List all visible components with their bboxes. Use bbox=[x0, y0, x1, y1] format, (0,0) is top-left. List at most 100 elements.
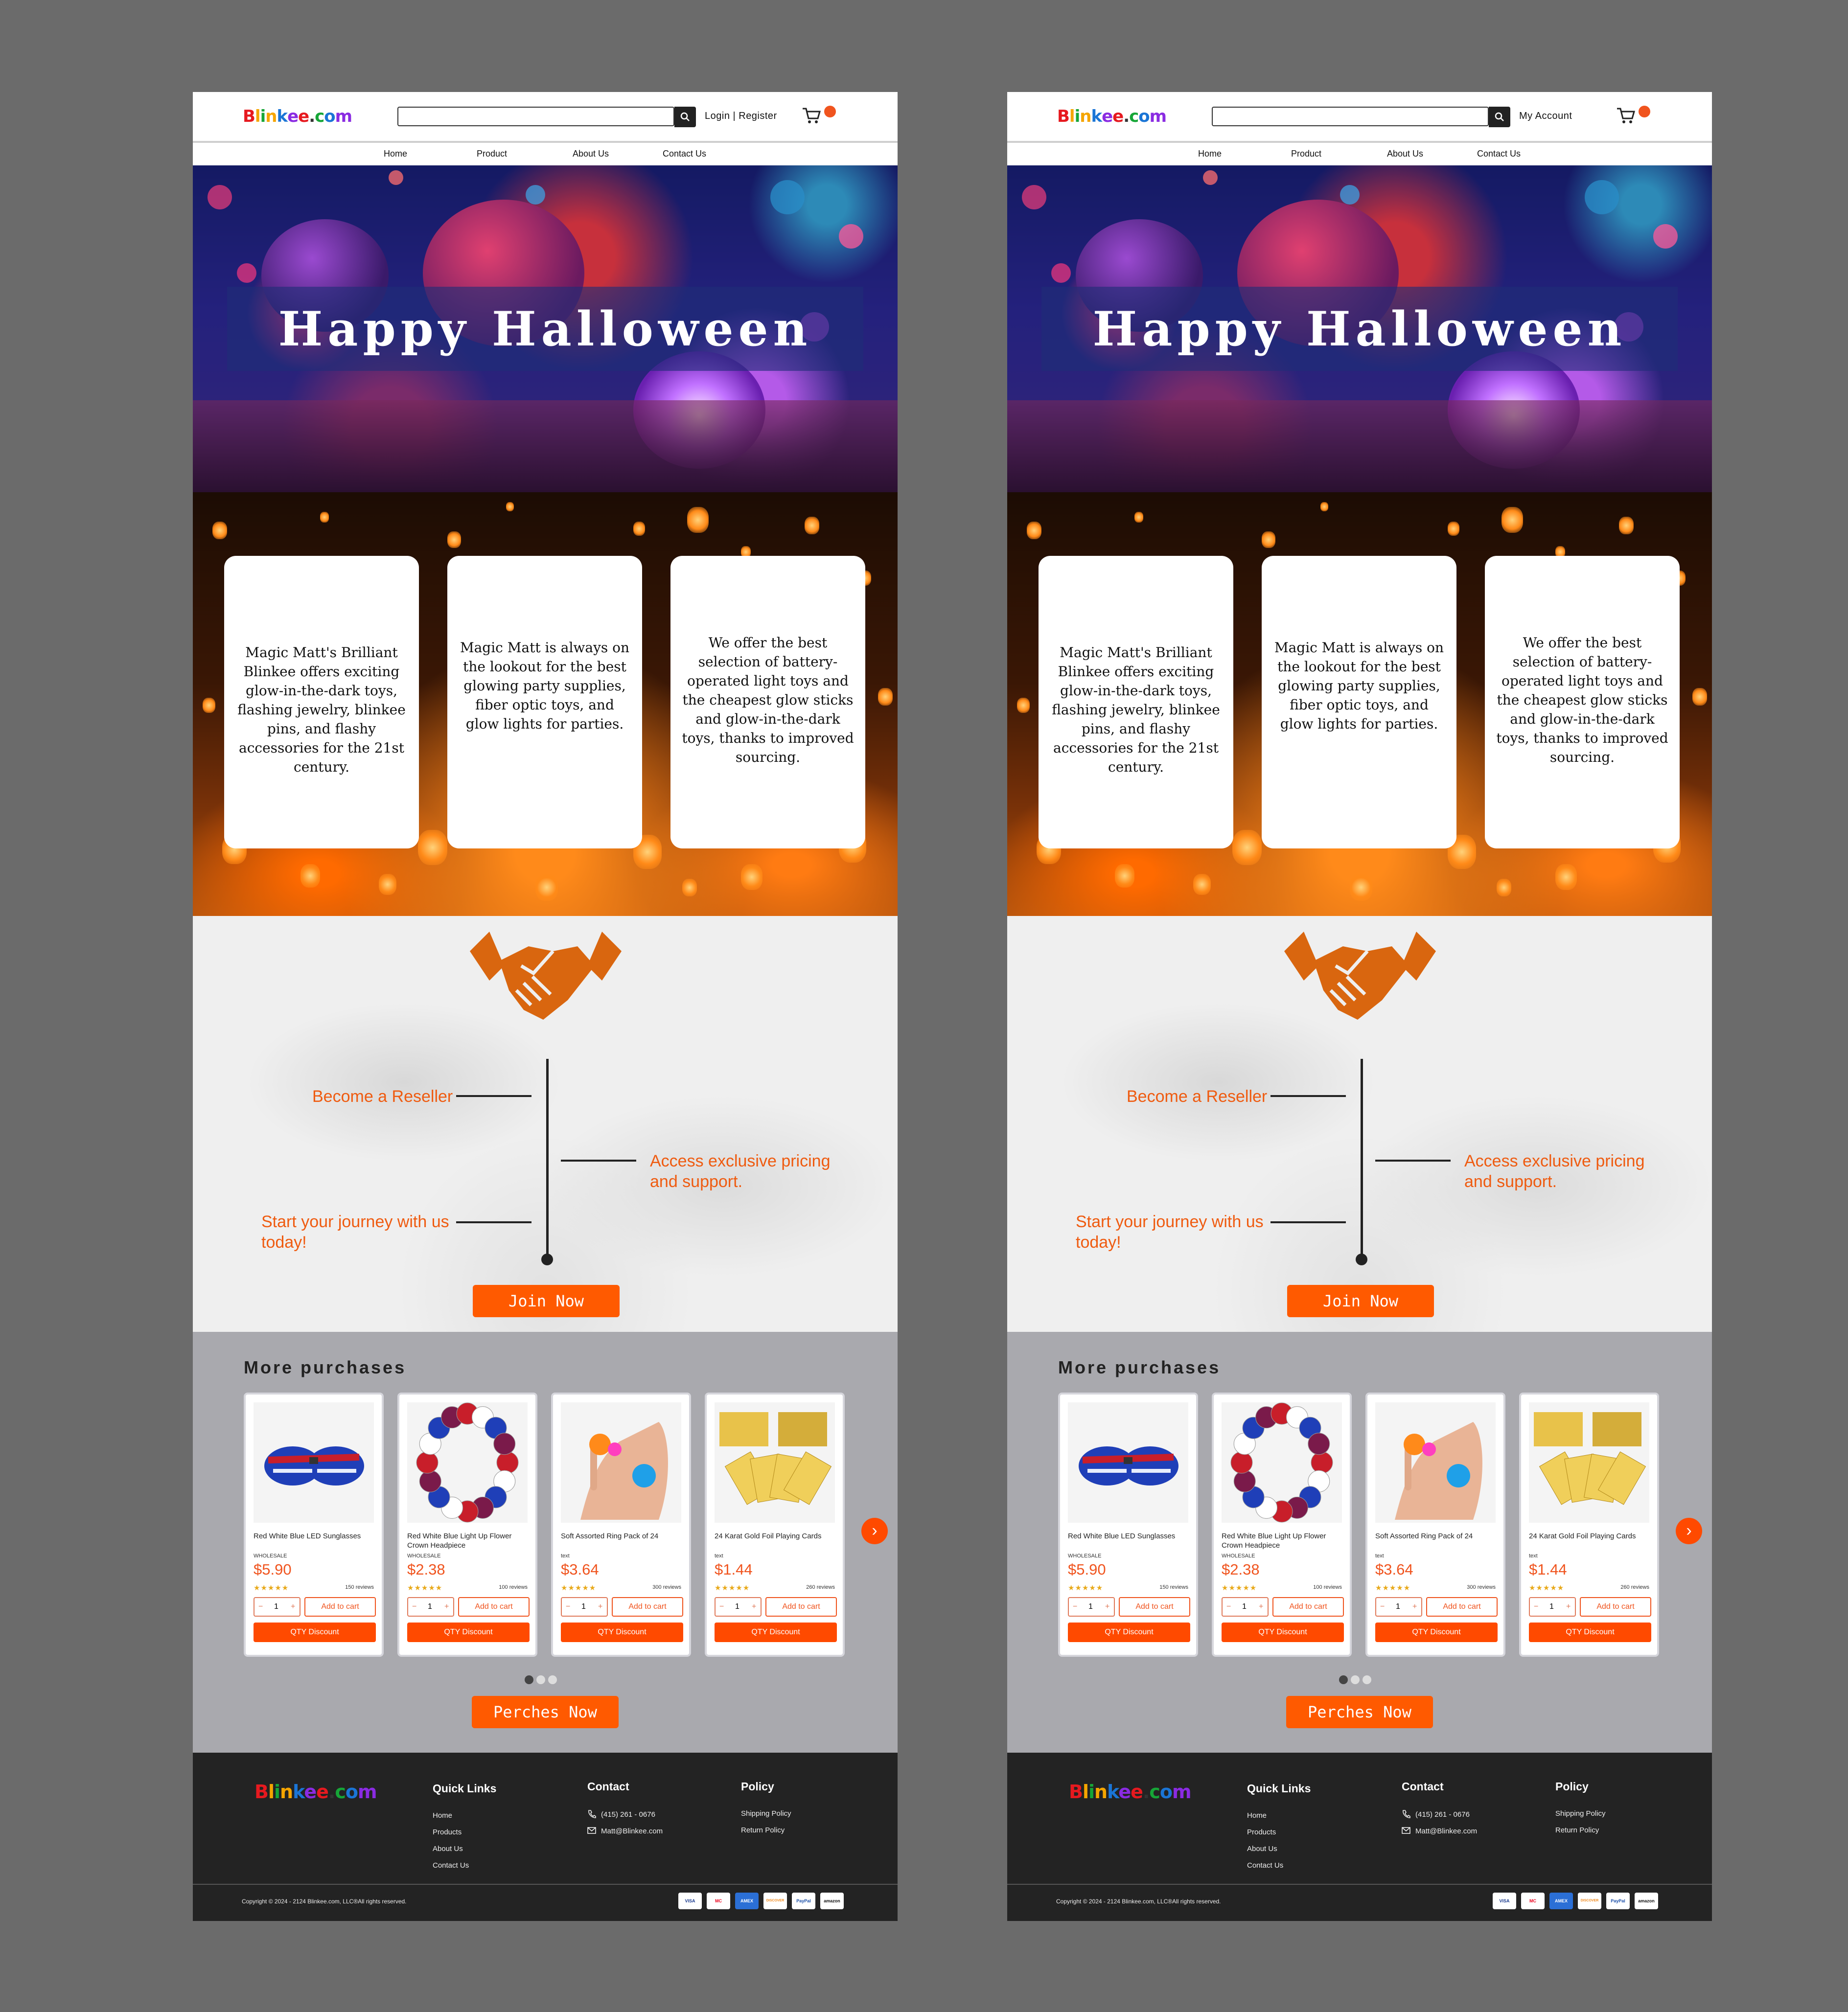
product-name[interactable]: Red White Blue Light Up Flower Crown Hea… bbox=[1222, 1532, 1346, 1550]
quantity-value[interactable]: 1 bbox=[428, 1602, 432, 1611]
minus-icon[interactable]: − bbox=[1380, 1602, 1385, 1611]
product-card[interactable]: Soft Assorted Ring Pack of 24 text $3.64… bbox=[1365, 1393, 1505, 1657]
footer-link[interactable]: Home bbox=[1247, 1811, 1267, 1820]
carousel-next-icon[interactable]: › bbox=[861, 1518, 888, 1544]
nav-item[interactable]: Product bbox=[1291, 149, 1321, 159]
product-card[interactable]: Red White Blue Light Up Flower Crown Hea… bbox=[1212, 1393, 1352, 1657]
nav-item[interactable]: Contact Us bbox=[663, 149, 706, 159]
add-to-cart-button[interactable]: Add to cart bbox=[458, 1597, 530, 1617]
quantity-stepper[interactable]: − 1 + bbox=[407, 1597, 454, 1617]
quantity-value[interactable]: 1 bbox=[735, 1602, 739, 1611]
product-name[interactable]: Red White Blue Light Up Flower Crown Hea… bbox=[407, 1532, 531, 1550]
search-input[interactable] bbox=[1212, 107, 1489, 126]
product-image[interactable] bbox=[1375, 1402, 1496, 1523]
plus-icon[interactable]: + bbox=[752, 1602, 756, 1611]
product-image[interactable] bbox=[1529, 1402, 1649, 1523]
plus-icon[interactable]: + bbox=[444, 1602, 449, 1611]
footer-link[interactable]: Home bbox=[433, 1811, 452, 1820]
minus-icon[interactable]: − bbox=[719, 1602, 724, 1611]
product-card[interactable]: Red White Blue LED Sunglasses WHOLESALE … bbox=[244, 1393, 384, 1657]
quantity-stepper[interactable]: − 1 + bbox=[715, 1597, 762, 1617]
contact-phone[interactable]: (415) 261 - 0676 bbox=[1415, 1810, 1470, 1819]
add-to-cart-button[interactable]: Add to cart bbox=[1426, 1597, 1498, 1617]
add-to-cart-button[interactable]: Add to cart bbox=[1119, 1597, 1190, 1617]
product-image[interactable] bbox=[561, 1402, 681, 1523]
product-image[interactable] bbox=[715, 1402, 835, 1523]
footer-link[interactable]: About Us bbox=[1247, 1845, 1277, 1853]
perches-now-button[interactable]: Perches Now bbox=[1286, 1696, 1433, 1728]
quantity-value[interactable]: 1 bbox=[274, 1602, 278, 1611]
minus-icon[interactable]: − bbox=[1073, 1602, 1077, 1611]
quantity-value[interactable]: 1 bbox=[1549, 1602, 1554, 1611]
cart-icon[interactable] bbox=[1616, 107, 1636, 124]
product-card[interactable]: 24 Karat Gold Foil Playing Cards text $1… bbox=[1519, 1393, 1659, 1657]
search-input[interactable] bbox=[397, 107, 674, 126]
minus-icon[interactable]: − bbox=[258, 1602, 263, 1611]
add-to-cart-button[interactable]: Add to cart bbox=[1272, 1597, 1344, 1617]
minus-icon[interactable]: − bbox=[1534, 1602, 1538, 1611]
footer-link[interactable]: Products bbox=[433, 1828, 462, 1836]
add-to-cart-button[interactable]: Add to cart bbox=[304, 1597, 376, 1617]
plus-icon[interactable]: + bbox=[291, 1602, 295, 1611]
product-card[interactable]: 24 Karat Gold Foil Playing Cards text $1… bbox=[705, 1393, 845, 1657]
product-name[interactable]: 24 Karat Gold Foil Playing Cards bbox=[1529, 1532, 1653, 1541]
quantity-stepper[interactable]: − 1 + bbox=[1529, 1597, 1576, 1617]
site-logo[interactable]: Blinkee.com bbox=[1057, 107, 1167, 126]
nav-item[interactable]: About Us bbox=[1387, 149, 1423, 159]
plus-icon[interactable]: + bbox=[1259, 1602, 1263, 1611]
footer-link[interactable]: Shipping Policy bbox=[741, 1809, 791, 1818]
footer-link[interactable]: Contact Us bbox=[1247, 1861, 1283, 1870]
search-button[interactable] bbox=[1489, 107, 1510, 127]
contact-phone[interactable]: (415) 261 - 0676 bbox=[601, 1810, 655, 1819]
footer-logo[interactable]: Blinkee.com bbox=[1069, 1781, 1192, 1803]
qty-discount-button[interactable]: QTY Discount bbox=[715, 1623, 837, 1642]
minus-icon[interactable]: − bbox=[1226, 1602, 1231, 1611]
cart-icon[interactable] bbox=[802, 107, 821, 124]
add-to-cart-button[interactable]: Add to cart bbox=[612, 1597, 683, 1617]
minus-icon[interactable]: − bbox=[412, 1602, 416, 1611]
product-name[interactable]: Red White Blue LED Sunglasses bbox=[254, 1532, 378, 1541]
nav-item[interactable]: About Us bbox=[573, 149, 609, 159]
product-card[interactable]: Red White Blue LED Sunglasses WHOLESALE … bbox=[1058, 1393, 1198, 1657]
product-image[interactable] bbox=[1068, 1402, 1188, 1523]
product-card[interactable]: Red White Blue Light Up Flower Crown Hea… bbox=[397, 1393, 537, 1657]
quantity-value[interactable]: 1 bbox=[1088, 1602, 1093, 1611]
nav-item[interactable]: Home bbox=[384, 149, 407, 159]
product-image[interactable] bbox=[407, 1402, 528, 1523]
account-link[interactable]: My Account bbox=[1519, 111, 1572, 122]
nav-item[interactable]: Product bbox=[477, 149, 507, 159]
qty-discount-button[interactable]: QTY Discount bbox=[1222, 1623, 1344, 1642]
site-logo[interactable]: Blinkee.com bbox=[243, 107, 352, 126]
plus-icon[interactable]: + bbox=[1566, 1602, 1571, 1611]
footer-link[interactable]: Return Policy bbox=[741, 1826, 785, 1834]
quantity-value[interactable]: 1 bbox=[1396, 1602, 1400, 1611]
perches-now-button[interactable]: Perches Now bbox=[472, 1696, 619, 1728]
product-card[interactable]: Soft Assorted Ring Pack of 24 text $3.64… bbox=[551, 1393, 691, 1657]
quantity-stepper[interactable]: − 1 + bbox=[561, 1597, 608, 1617]
carousel-dots[interactable] bbox=[1339, 1675, 1374, 1687]
product-name[interactable]: Soft Assorted Ring Pack of 24 bbox=[561, 1532, 685, 1541]
footer-logo[interactable]: Blinkee.com bbox=[254, 1781, 377, 1803]
footer-link[interactable]: About Us bbox=[433, 1845, 463, 1853]
quantity-stepper[interactable]: − 1 + bbox=[254, 1597, 300, 1617]
quantity-stepper[interactable]: − 1 + bbox=[1375, 1597, 1422, 1617]
quantity-stepper[interactable]: − 1 + bbox=[1068, 1597, 1115, 1617]
product-name[interactable]: Red White Blue LED Sunglasses bbox=[1068, 1532, 1192, 1541]
nav-item[interactable]: Home bbox=[1198, 149, 1222, 159]
qty-discount-button[interactable]: QTY Discount bbox=[254, 1623, 376, 1642]
qty-discount-button[interactable]: QTY Discount bbox=[561, 1623, 683, 1642]
minus-icon[interactable]: − bbox=[566, 1602, 570, 1611]
plus-icon[interactable]: + bbox=[1105, 1602, 1109, 1611]
join-now-button[interactable]: Join Now bbox=[1287, 1285, 1434, 1317]
carousel-dots[interactable] bbox=[525, 1675, 560, 1687]
contact-email[interactable]: Matt@Blinkee.com bbox=[1415, 1827, 1477, 1835]
quantity-value[interactable]: 1 bbox=[1242, 1602, 1247, 1611]
carousel-next-icon[interactable]: › bbox=[1676, 1518, 1702, 1544]
contact-email[interactable]: Matt@Blinkee.com bbox=[601, 1827, 663, 1835]
nav-item[interactable]: Contact Us bbox=[1477, 149, 1521, 159]
quantity-stepper[interactable]: − 1 + bbox=[1222, 1597, 1269, 1617]
add-to-cart-button[interactable]: Add to cart bbox=[1580, 1597, 1651, 1617]
search-button[interactable] bbox=[674, 107, 696, 127]
product-image[interactable] bbox=[1222, 1402, 1342, 1523]
quantity-value[interactable]: 1 bbox=[581, 1602, 586, 1611]
